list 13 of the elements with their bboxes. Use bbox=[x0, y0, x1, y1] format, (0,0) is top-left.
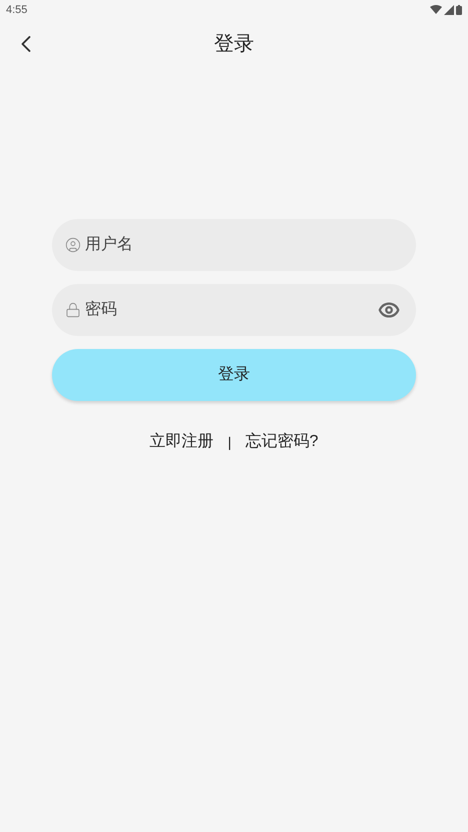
battery-icon bbox=[456, 5, 462, 15]
username-field[interactable]: 用户名 bbox=[52, 219, 416, 271]
forgot-password-link[interactable]: 忘记密码? bbox=[245, 430, 318, 454]
register-link[interactable]: 立即注册 bbox=[150, 430, 214, 454]
user-icon bbox=[65, 237, 81, 253]
status-time: 4:55 bbox=[6, 2, 28, 18]
lock-icon bbox=[65, 302, 81, 318]
page-title: 登录 bbox=[214, 32, 254, 57]
wifi-icon bbox=[430, 5, 442, 15]
link-separator: | bbox=[228, 432, 232, 452]
login-button[interactable]: 登录 bbox=[52, 349, 416, 401]
signal-icon bbox=[444, 5, 454, 15]
password-field[interactable]: 密码 bbox=[52, 284, 416, 336]
